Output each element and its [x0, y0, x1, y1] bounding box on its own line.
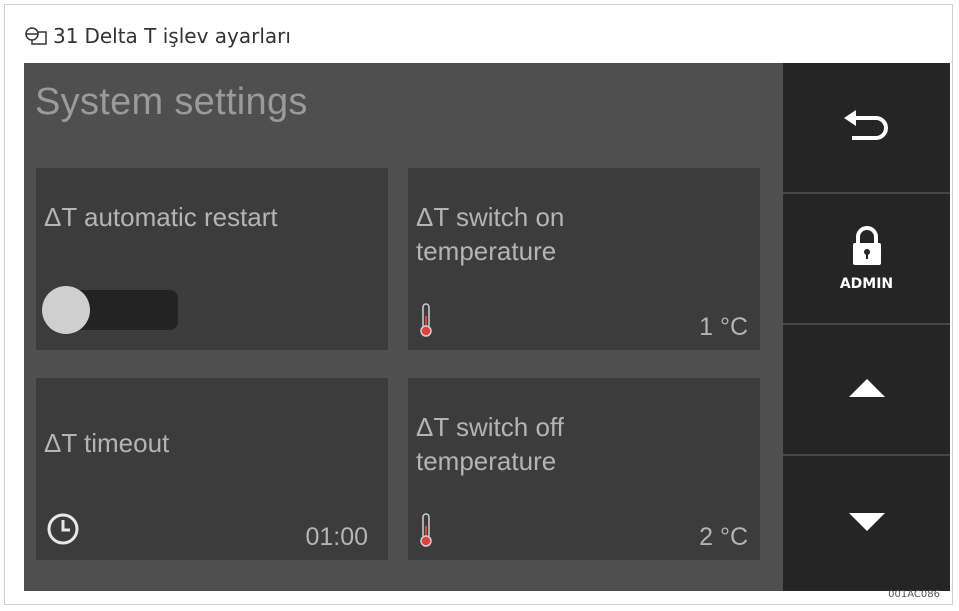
tile-switch-on-temperature[interactable]: ΔT switch on temperature 1 °C	[408, 168, 760, 350]
triangle-down-icon	[847, 511, 887, 537]
figure-frame: 31 Delta T işlev ayarları System setting…	[4, 4, 953, 605]
tile-label: ΔT switch on temperature	[416, 202, 565, 266]
toggle-knob	[42, 286, 90, 334]
padlock-icon	[851, 225, 883, 270]
tile-automatic-restart[interactable]: ΔT automatic restart	[36, 168, 388, 350]
automatic-restart-toggle[interactable]	[42, 286, 178, 334]
switch-on-temperature-value: 1 °C	[699, 313, 748, 341]
tile-label: ΔT automatic restart	[44, 202, 278, 232]
admin-label: ADMIN	[839, 275, 894, 292]
thermometer-icon	[418, 302, 434, 342]
scroll-down-button[interactable]	[783, 456, 950, 591]
back-arrow-icon	[842, 106, 892, 150]
switch-off-temperature-value: 2 °C	[699, 523, 748, 551]
clock-icon	[46, 512, 80, 550]
thermometer-icon	[418, 512, 434, 552]
triangle-up-icon	[847, 377, 887, 403]
page-title: System settings	[35, 81, 308, 123]
figure-reference-icon	[25, 26, 47, 46]
tile-switch-off-temperature[interactable]: ΔT switch off temperature 2 °C	[408, 378, 760, 560]
admin-button[interactable]: ADMIN	[783, 194, 950, 325]
figure-number: 31	[53, 24, 79, 48]
figure-caption: 31 Delta T işlev ayarları	[25, 21, 291, 51]
tile-label: ΔT switch off temperature	[416, 412, 564, 476]
back-button[interactable]	[783, 63, 950, 194]
tile-timeout[interactable]: ΔT timeout 01:00	[36, 378, 388, 560]
figure-title: Delta T işlev ayarları	[84, 24, 291, 48]
tile-label: ΔT timeout	[44, 428, 170, 458]
device-screen: System settings ΔT automatic restart ΔT …	[24, 63, 950, 591]
reference-code: 001AC086	[888, 589, 940, 600]
timeout-value: 01:00	[305, 523, 368, 551]
sidebar-nav: ADMIN	[783, 63, 950, 591]
scroll-up-button[interactable]	[783, 325, 950, 456]
